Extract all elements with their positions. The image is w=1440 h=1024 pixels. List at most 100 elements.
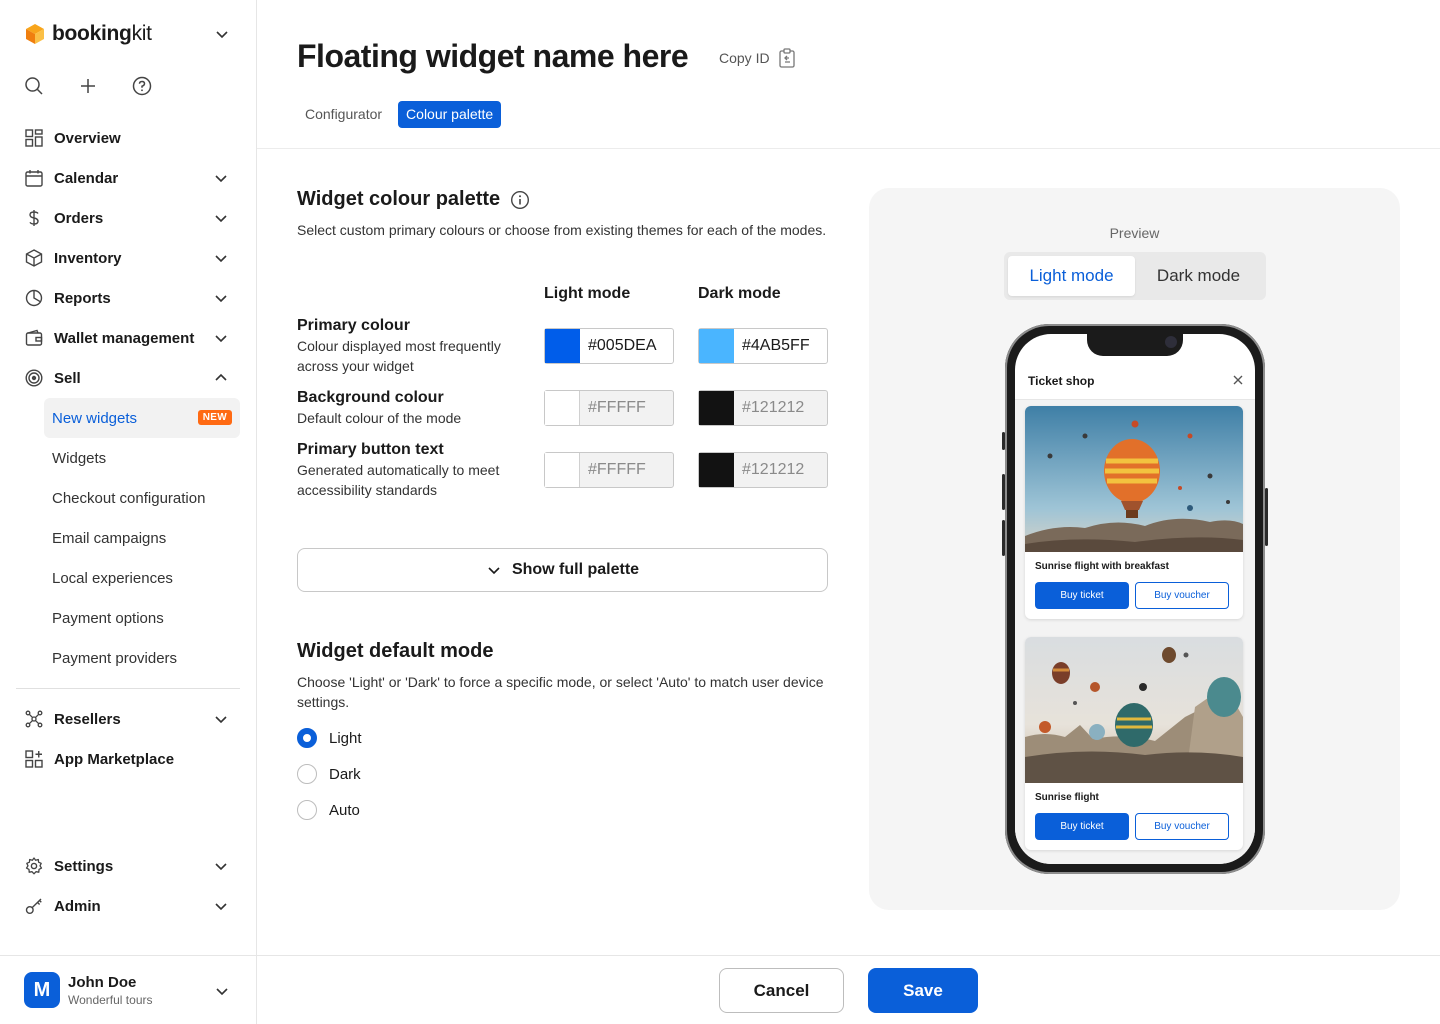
- preview-label: Preview: [1109, 225, 1160, 241]
- sidebar-item-wallet-management[interactable]: Wallet management: [16, 318, 240, 358]
- save-button[interactable]: Save: [868, 968, 978, 1013]
- row-description: Default colour of the mode: [297, 410, 462, 426]
- tab-configurator[interactable]: Configurator: [297, 101, 390, 128]
- page-title: Floating widget name here: [297, 38, 689, 74]
- card-title: Sunrise flight: [1035, 792, 1099, 803]
- primary-button-text-label: Primary button text Generated automatica…: [297, 440, 527, 500]
- button-text-light-field: #FFFFF: [544, 452, 674, 488]
- search-icon[interactable]: [24, 76, 44, 96]
- background-colour-label: Background colour Default colour of the …: [297, 388, 527, 428]
- buy-voucher-button[interactable]: Buy voucher: [1135, 582, 1229, 609]
- sidebar-bottom-nav: Settings Admin: [16, 846, 240, 926]
- user-menu[interactable]: M John Doe Wonderful tours: [0, 955, 257, 1024]
- radio-button[interactable]: [297, 764, 317, 784]
- colour-value: #005DEA: [588, 337, 657, 354]
- background-colour-light-field: #FFFFF: [544, 390, 674, 426]
- info-icon[interactable]: [510, 190, 530, 210]
- row-description: Generated automatically to meet accessib…: [297, 462, 500, 498]
- pie-chart-icon: [24, 288, 44, 308]
- primary-colour-dark-field[interactable]: #4AB5FF: [698, 328, 828, 364]
- sidebar-subitem-payment-providers[interactable]: Payment providers: [16, 638, 240, 678]
- preview-dark-mode-button[interactable]: Dark mode: [1135, 256, 1262, 296]
- key-icon: [24, 896, 44, 916]
- colour-value: #FFFFF: [588, 399, 646, 416]
- radio-auto[interactable]: Auto: [297, 800, 360, 820]
- show-full-palette-button[interactable]: Show full palette: [297, 548, 828, 592]
- colour-swatch: [699, 453, 734, 487]
- sidebar-subitem-new-widgets[interactable]: New widgets NEW: [44, 398, 240, 438]
- sidebar-item-settings[interactable]: Settings: [16, 846, 240, 886]
- camera-icon: [1165, 336, 1177, 348]
- user-name: John Doe: [68, 974, 137, 991]
- sidebar-item-resellers[interactable]: Resellers: [16, 699, 240, 739]
- apps-icon: [24, 749, 44, 769]
- sidebar-subitem-widgets[interactable]: Widgets: [16, 438, 240, 478]
- buy-voucher-button[interactable]: Buy voucher: [1135, 813, 1229, 840]
- sidebar-item-app-marketplace[interactable]: App Marketplace: [16, 739, 240, 779]
- colour-value: #4AB5FF: [742, 337, 810, 354]
- sidebar-item-label: Calendar: [54, 169, 119, 187]
- sidebar-subitem-local-experiences[interactable]: Local experiences: [16, 558, 240, 598]
- sidebar-item-label: Reports: [54, 289, 111, 307]
- radio-button[interactable]: [297, 800, 317, 820]
- ticket-shop-body: Sunrise flight with breakfast Buy ticket…: [1015, 400, 1255, 864]
- grid-icon: [24, 128, 44, 148]
- card-title: Sunrise flight with breakfast: [1035, 561, 1169, 572]
- clipboard-icon: [778, 48, 795, 68]
- radio-light[interactable]: Light: [297, 728, 362, 748]
- radio-label: Auto: [329, 801, 360, 819]
- preview-panel: Preview Light mode Dark mode Ticket shop: [869, 188, 1400, 910]
- phone-side-button: [1265, 488, 1268, 546]
- ticket-shop-title: Ticket shop: [1028, 374, 1095, 388]
- radio-button[interactable]: [297, 728, 317, 748]
- sidebar-subitem-label: Payment options: [52, 609, 164, 627]
- product-card[interactable]: Sunrise flight Buy ticket Buy voucher: [1025, 637, 1243, 850]
- preview-light-mode-button[interactable]: Light mode: [1008, 256, 1135, 296]
- sidebar-subitem-checkout-configuration[interactable]: Checkout configuration: [16, 478, 240, 518]
- tab-colour-palette[interactable]: Colour palette: [398, 101, 502, 128]
- phone-notch: [1087, 334, 1183, 356]
- card-actions: Buy ticket Buy voucher: [1025, 576, 1243, 619]
- chevron-down-icon[interactable]: [213, 25, 231, 43]
- chevron-down-icon: [215, 863, 227, 871]
- sidebar-subitem-email-campaigns[interactable]: Email campaigns: [16, 518, 240, 558]
- buy-ticket-button[interactable]: Buy ticket: [1035, 813, 1129, 840]
- chevron-up-icon: [215, 373, 227, 381]
- radio-label: Light: [329, 729, 362, 747]
- brand[interactable]: bookingkit: [24, 20, 152, 48]
- primary-colour-light-field[interactable]: #005DEA: [544, 328, 674, 364]
- sidebar-nav: Overview Calendar Orders Inventory Repor…: [16, 118, 240, 779]
- colour-swatch[interactable]: [699, 329, 734, 363]
- sidebar-item-inventory[interactable]: Inventory: [16, 238, 240, 278]
- buy-ticket-button[interactable]: Buy ticket: [1035, 582, 1129, 609]
- sidebar-item-orders[interactable]: Orders: [16, 198, 240, 238]
- avatar: M: [24, 972, 60, 1008]
- product-card[interactable]: Sunrise flight with breakfast Buy ticket…: [1025, 406, 1243, 619]
- sidebar-item-overview[interactable]: Overview: [16, 118, 240, 158]
- help-icon[interactable]: [132, 76, 152, 96]
- sidebar-item-sell[interactable]: Sell: [16, 358, 240, 398]
- chevron-down-icon[interactable]: [213, 982, 231, 1000]
- chevron-down-icon: [488, 567, 500, 575]
- colour-value: #FFFFF: [588, 461, 646, 478]
- radio-dark[interactable]: Dark: [297, 764, 361, 784]
- chevron-down-icon: [215, 295, 227, 303]
- sidebar-subitem-payment-options[interactable]: Payment options: [16, 598, 240, 638]
- new-badge: NEW: [197, 410, 232, 425]
- phone-side-button: [1002, 474, 1005, 510]
- copy-id-button[interactable]: Copy ID: [719, 48, 796, 68]
- sidebar: bookingkit Overview Calendar Orders Inve…: [0, 0, 257, 1024]
- palette-section-title: Widget colour palette: [297, 188, 530, 211]
- ticket-shop-header: Ticket shop: [1015, 362, 1255, 400]
- sidebar-item-calendar[interactable]: Calendar: [16, 158, 240, 198]
- colour-swatch[interactable]: [545, 329, 580, 363]
- close-icon[interactable]: [1231, 373, 1245, 387]
- cancel-button[interactable]: Cancel: [719, 968, 844, 1013]
- balloon-photo-image: [1025, 637, 1243, 783]
- plus-icon[interactable]: [78, 76, 98, 96]
- phone-side-button: [1002, 520, 1005, 556]
- sidebar-item-admin[interactable]: Admin: [16, 886, 240, 926]
- phone-side-button: [1002, 432, 1005, 450]
- sidebar-item-reports[interactable]: Reports: [16, 278, 240, 318]
- sidebar-tools: [24, 76, 152, 96]
